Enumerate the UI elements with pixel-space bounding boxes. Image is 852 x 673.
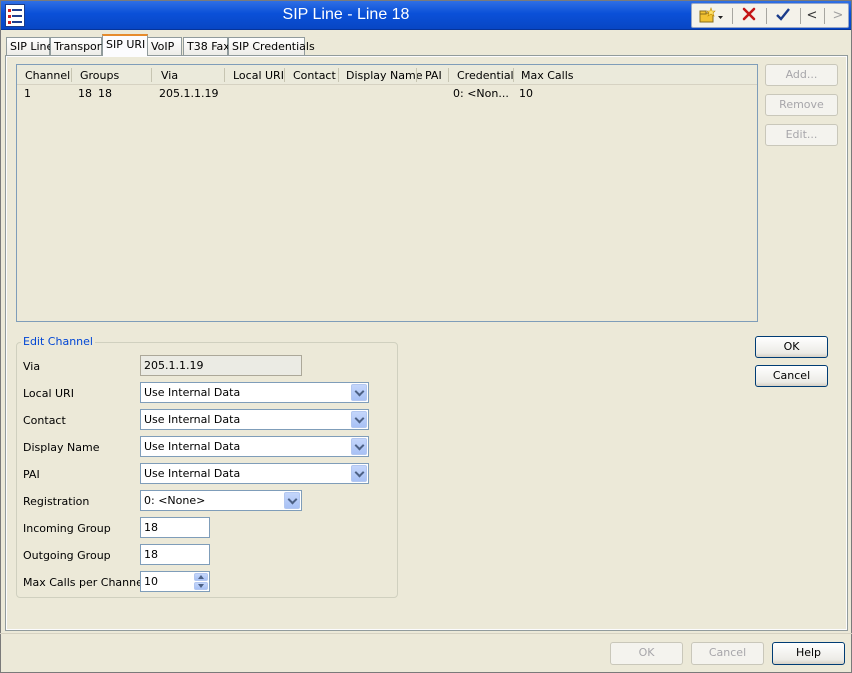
- registration-select[interactable]: 0: <None>: [140, 490, 302, 511]
- local-uri-select[interactable]: Use Internal Data: [140, 382, 369, 403]
- pai-label: PAI: [23, 468, 40, 481]
- max-calls-value: 10: [144, 575, 158, 588]
- edit-cancel-button[interactable]: Cancel: [755, 365, 828, 387]
- chevron-down-icon[interactable]: [351, 465, 367, 482]
- incoming-group-value: 18: [144, 521, 158, 534]
- spinner: [194, 573, 208, 590]
- remove-button[interactable]: Remove: [765, 94, 838, 116]
- tab-sip-credentials[interactable]: SIP Credentials: [228, 37, 315, 56]
- column-header-local-uri[interactable]: Local URI: [233, 69, 284, 82]
- contact-select[interactable]: Use Internal Data: [140, 409, 369, 430]
- column-header-max-calls[interactable]: Max Calls: [521, 69, 574, 82]
- cell-via: 205.1.1.19: [159, 87, 219, 100]
- cell-channel: 1: [24, 87, 31, 100]
- column-header-pai[interactable]: PAI: [425, 69, 442, 82]
- edit-button[interactable]: Edit...: [765, 124, 838, 146]
- cell-group-in: 18: [78, 87, 92, 100]
- tab-sip-uri[interactable]: SIP URI: [102, 34, 148, 56]
- footer-divider: [0, 633, 852, 634]
- column-header-channel[interactable]: Channel: [25, 69, 70, 82]
- table-header: Channel Groups Via Local URI Contact Dis…: [17, 65, 757, 85]
- outgoing-group-label: Outgoing Group: [23, 549, 111, 562]
- incoming-group-input[interactable]: 18: [140, 517, 210, 538]
- pai-select[interactable]: Use Internal Data: [140, 463, 369, 484]
- new-folder-icon[interactable]: [696, 6, 726, 26]
- display-name-select[interactable]: Use Internal Data: [140, 436, 369, 457]
- contact-value: Use Internal Data: [144, 413, 241, 426]
- edit-channel-legend: Edit Channel: [21, 335, 95, 348]
- spin-up-icon[interactable]: [194, 573, 208, 581]
- max-calls-stepper[interactable]: 10: [140, 571, 210, 592]
- title-bar: SIP Line - Line 18 < >: [1, 1, 851, 30]
- column-header-groups[interactable]: Groups: [80, 69, 119, 82]
- window-title: SIP Line - Line 18: [282, 6, 410, 23]
- via-label: Via: [23, 360, 41, 373]
- delete-icon[interactable]: [738, 6, 760, 26]
- footer-ok-button[interactable]: OK: [610, 642, 683, 665]
- max-calls-label: Max Calls per Channel: [23, 576, 146, 589]
- spin-down-icon[interactable]: [194, 582, 208, 590]
- via-value: 205.1.1.19: [144, 359, 204, 372]
- help-button[interactable]: Help: [772, 642, 845, 665]
- toolbar-separator: [824, 8, 825, 24]
- display-name-value: Use Internal Data: [144, 440, 241, 453]
- local-uri-value: Use Internal Data: [144, 386, 241, 399]
- edit-ok-button[interactable]: OK: [755, 336, 828, 358]
- outgoing-group-input[interactable]: 18: [140, 544, 210, 565]
- toolbar-separator: [732, 8, 733, 24]
- toolbar-separator: [766, 8, 767, 24]
- contact-label: Contact: [23, 414, 66, 427]
- footer-cancel-button[interactable]: Cancel: [691, 642, 764, 665]
- chevron-down-icon[interactable]: [284, 492, 300, 509]
- title-toolbar: < >: [691, 3, 849, 28]
- column-header-contact[interactable]: Contact: [293, 69, 336, 82]
- apply-checkmark-icon[interactable]: [772, 6, 794, 26]
- column-header-via[interactable]: Via: [161, 69, 178, 82]
- cell-group-out: 18: [98, 87, 112, 100]
- registration-value: 0: <None>: [144, 494, 206, 507]
- cell-max-calls: 10: [519, 87, 533, 100]
- tab-t38-fax[interactable]: T38 Fax: [183, 37, 230, 56]
- tab-voip[interactable]: VoIP: [147, 37, 182, 56]
- column-header-credential[interactable]: Credential: [457, 69, 514, 82]
- add-button[interactable]: Add...: [765, 64, 838, 86]
- cell-credential: 0: <Non...: [453, 87, 509, 100]
- channel-table[interactable]: Channel Groups Via Local URI Contact Dis…: [16, 64, 758, 322]
- tab-transport[interactable]: Transport: [50, 37, 106, 56]
- chevron-down-icon[interactable]: [351, 411, 367, 428]
- column-header-display-name[interactable]: Display Name: [346, 69, 423, 82]
- via-field: 205.1.1.19: [140, 355, 302, 376]
- chevron-down-icon[interactable]: [351, 384, 367, 401]
- toolbar-separator: [800, 8, 801, 24]
- local-uri-label: Local URI: [23, 387, 74, 400]
- pai-value: Use Internal Data: [144, 467, 241, 480]
- chevron-down-icon[interactable]: [351, 438, 367, 455]
- tab-sip-line[interactable]: SIP Line: [6, 37, 53, 56]
- outgoing-group-value: 18: [144, 548, 158, 561]
- registration-label: Registration: [23, 495, 90, 508]
- incoming-group-label: Incoming Group: [23, 522, 111, 535]
- previous-button[interactable]: <: [804, 6, 820, 26]
- next-button[interactable]: >: [830, 6, 846, 26]
- display-name-label: Display Name: [23, 441, 100, 454]
